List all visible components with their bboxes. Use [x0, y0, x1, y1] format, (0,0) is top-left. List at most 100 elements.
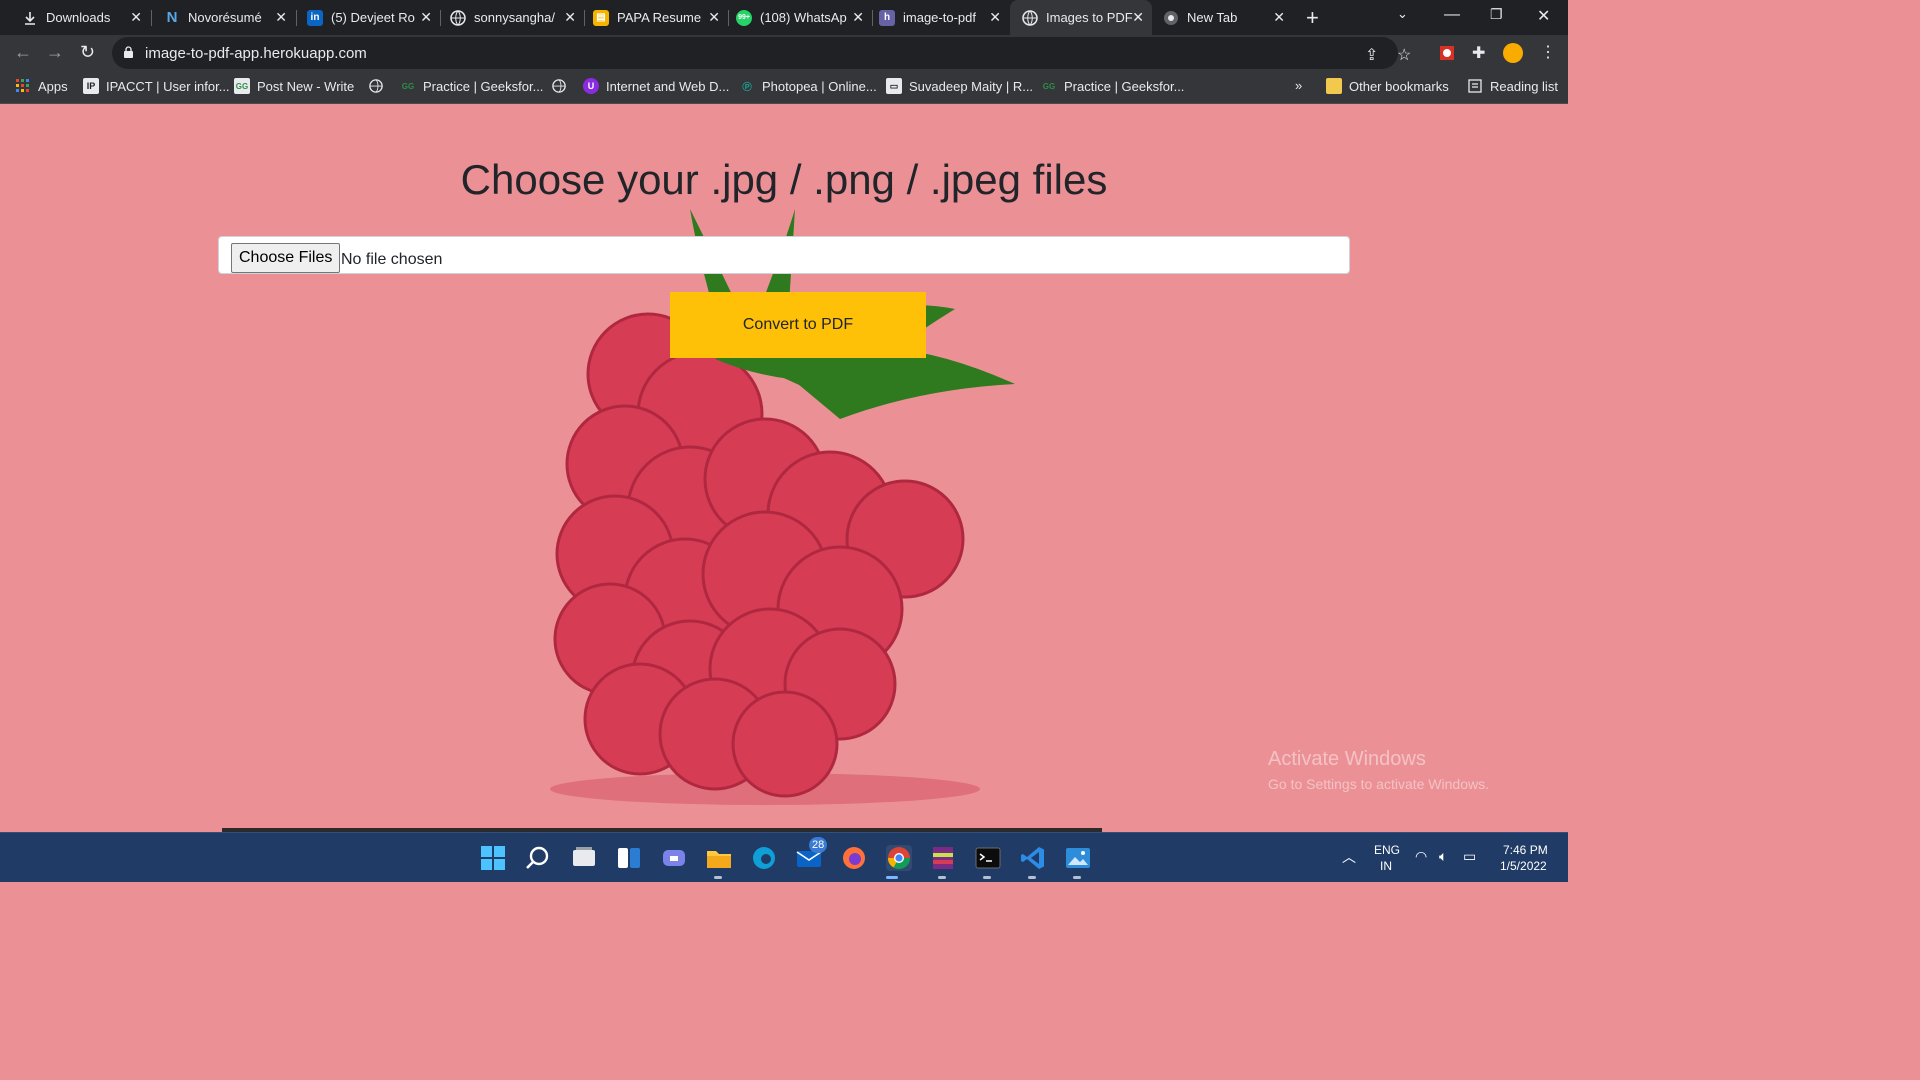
extension-red-icon[interactable] [1437, 43, 1457, 63]
new-tab-plus-icon[interactable]: + [1306, 5, 1319, 31]
bookmark-label: Post New - Write [257, 78, 355, 94]
bookmark-label: Reading list [1490, 78, 1558, 94]
avatar[interactable] [1503, 43, 1523, 63]
close-icon[interactable]: ✕ [1273, 9, 1285, 26]
browser-toolbar: ← → ↻ image-to-pdf-app.herokuapp.com ⇪ ☆… [0, 35, 1568, 71]
bookmark-post-new[interactable]: GG Post New - Write [234, 78, 354, 94]
back-arrow-icon[interactable]: ← [14, 42, 32, 63]
download-icon [22, 10, 38, 26]
reading-list[interactable]: Reading list [1467, 78, 1558, 94]
teams-chat-icon[interactable] [661, 845, 687, 871]
tab-papa-resume[interactable]: ▤ PAPA Resume ✕ [585, 0, 728, 35]
kebab-menu-icon[interactable]: ⋮ [1540, 42, 1556, 62]
bookmark-label: Photopea | Online... [762, 78, 877, 94]
running-indicator [714, 876, 722, 879]
battery-icon[interactable]: ▭ [1463, 848, 1476, 865]
forward-arrow-icon[interactable]: → [46, 42, 64, 63]
running-indicator [1028, 876, 1036, 879]
bookmark-suvadeep[interactable]: ▭ Suvadeep Maity | R... [886, 78, 1033, 94]
close-icon[interactable]: ✕ [275, 9, 287, 26]
tab-whatsapp[interactable]: 99+ (108) WhatsAp ✕ [729, 0, 872, 35]
close-icon[interactable]: ✕ [564, 9, 576, 26]
convert-to-pdf-button[interactable]: Convert to PDF [670, 292, 926, 358]
file-explorer-icon[interactable] [706, 845, 732, 871]
window-close-icon[interactable]: ✕ [1537, 6, 1550, 26]
bookmarks-overflow-chevron[interactable]: » [1295, 78, 1302, 93]
bookmark-apps[interactable]: Apps [15, 78, 68, 94]
bookmark-label: Other bookmarks [1349, 78, 1449, 94]
chrome-icon [1163, 10, 1179, 26]
share-icon[interactable]: ⇪ [1365, 45, 1378, 65]
close-icon[interactable]: ✕ [1132, 9, 1144, 26]
search-icon[interactable] [525, 845, 551, 871]
clock-time[interactable]: 7:46 PM [1503, 843, 1548, 857]
tab-new-tab[interactable]: New Tab ✕ [1153, 0, 1293, 35]
language-indicator[interactable]: ENG [1374, 843, 1400, 857]
language-region[interactable]: IN [1380, 859, 1392, 873]
whatsapp-icon: 99+ [736, 9, 752, 26]
reload-icon[interactable]: ↻ [80, 42, 95, 63]
tab-linkedin[interactable]: in (5) Devjeet Ro ✕ [297, 0, 440, 35]
tab-strip: Downloads ✕ N Novorésumé ✕ in (5) Devjee… [0, 0, 1568, 35]
tray-overflow-chevron-icon[interactable]: ︿ [1342, 847, 1356, 867]
bookmark-ipacct[interactable]: IP IPACCT | User infor... [83, 78, 230, 94]
chrome-taskbar-icon[interactable] [886, 845, 912, 871]
page-content: Choose your .jpg / .png / .jpeg files Ch… [0, 104, 1568, 832]
extensions-puzzle-icon[interactable]: ✚ [1472, 43, 1485, 63]
close-icon[interactable]: ✕ [708, 9, 720, 26]
tab-search-chevron-icon[interactable]: ⌄ [1397, 6, 1408, 22]
bookmark-photopea[interactable]: ℗ Photopea | Online... [739, 78, 877, 94]
bookmark-practice-gfg-2[interactable]: GG Practice | Geeksfor... [1041, 78, 1185, 94]
vscode-icon[interactable] [1020, 845, 1046, 871]
star-icon[interactable]: ☆ [1397, 45, 1411, 65]
tab-downloads[interactable]: Downloads ✕ [0, 0, 150, 35]
globe-icon [368, 78, 384, 94]
tab-novoresume[interactable]: N Novorésumé ✕ [152, 0, 295, 35]
close-icon[interactable]: ✕ [130, 9, 142, 26]
edge-icon[interactable] [751, 845, 777, 871]
gfg-icon: GG [234, 78, 250, 94]
bookmark-other[interactable]: Other bookmarks [1326, 78, 1449, 94]
wifi-icon[interactable]: ◠ [1415, 848, 1427, 865]
page-icon: ▭ [886, 78, 902, 94]
widgets-icon[interactable] [616, 845, 642, 871]
close-icon[interactable]: ✕ [852, 9, 864, 26]
task-view-icon[interactable] [571, 845, 597, 871]
file-input[interactable]: Choose Files No file chosen [218, 236, 1350, 274]
bookmark-globe-2[interactable] [551, 78, 574, 94]
terminal-icon[interactable] [975, 845, 1001, 871]
lock-icon [124, 46, 133, 58]
active-indicator [886, 876, 898, 879]
tab-sonnysangha[interactable]: sonnysangha/ ✕ [441, 0, 584, 35]
photos-icon[interactable] [1065, 845, 1091, 871]
folder-icon [1326, 78, 1342, 94]
running-indicator [1073, 876, 1081, 879]
running-indicator [938, 876, 946, 879]
purple-u-icon: U [583, 78, 599, 94]
windows-start-icon[interactable] [480, 845, 506, 871]
restore-icon[interactable]: ❐ [1490, 6, 1503, 23]
bookmark-label: Practice | Geeksfor... [1064, 78, 1185, 94]
address-bar[interactable]: image-to-pdf-app.herokuapp.com ⇪ ☆ [112, 37, 1411, 69]
globe-icon [450, 9, 466, 26]
volume-icon[interactable]: 🔈︎ [1439, 848, 1447, 865]
tab-image-to-pdf-heroku[interactable]: h image-to-pdf ✕ [873, 0, 1009, 35]
choose-files-button[interactable]: Choose Files [231, 243, 341, 273]
novoresume-icon: N [166, 9, 178, 26]
close-icon[interactable]: ✕ [989, 9, 1001, 26]
mail-icon[interactable]: 28 [796, 837, 828, 871]
taskbar: 28 ︿ ENG IN ◠ 🔈︎ ▭ 7:46 PM 1/5/2022 [0, 832, 1568, 882]
firefox-icon[interactable] [841, 845, 867, 871]
tab-images-to-pdf[interactable]: Images to PDF ✕ [1010, 0, 1152, 35]
bookmark-globe[interactable] [368, 78, 391, 94]
winrar-icon[interactable] [930, 845, 956, 871]
bookmark-practice-gfg[interactable]: GG Practice | Geeksfor... [400, 78, 544, 94]
bookmark-label: IPACCT | User infor... [106, 78, 230, 94]
bookmark-internet-web[interactable]: U Internet and Web D... [583, 78, 729, 94]
minimize-icon[interactable]: — [1444, 6, 1460, 24]
close-icon[interactable]: ✕ [420, 9, 432, 26]
clock-date[interactable]: 1/5/2022 [1500, 859, 1547, 873]
url-text: image-to-pdf-app.herokuapp.com [145, 45, 367, 62]
bookmarks-bar: Apps IP IPACCT | User infor... GG Post N… [0, 71, 1568, 104]
globe-icon [1022, 9, 1038, 26]
